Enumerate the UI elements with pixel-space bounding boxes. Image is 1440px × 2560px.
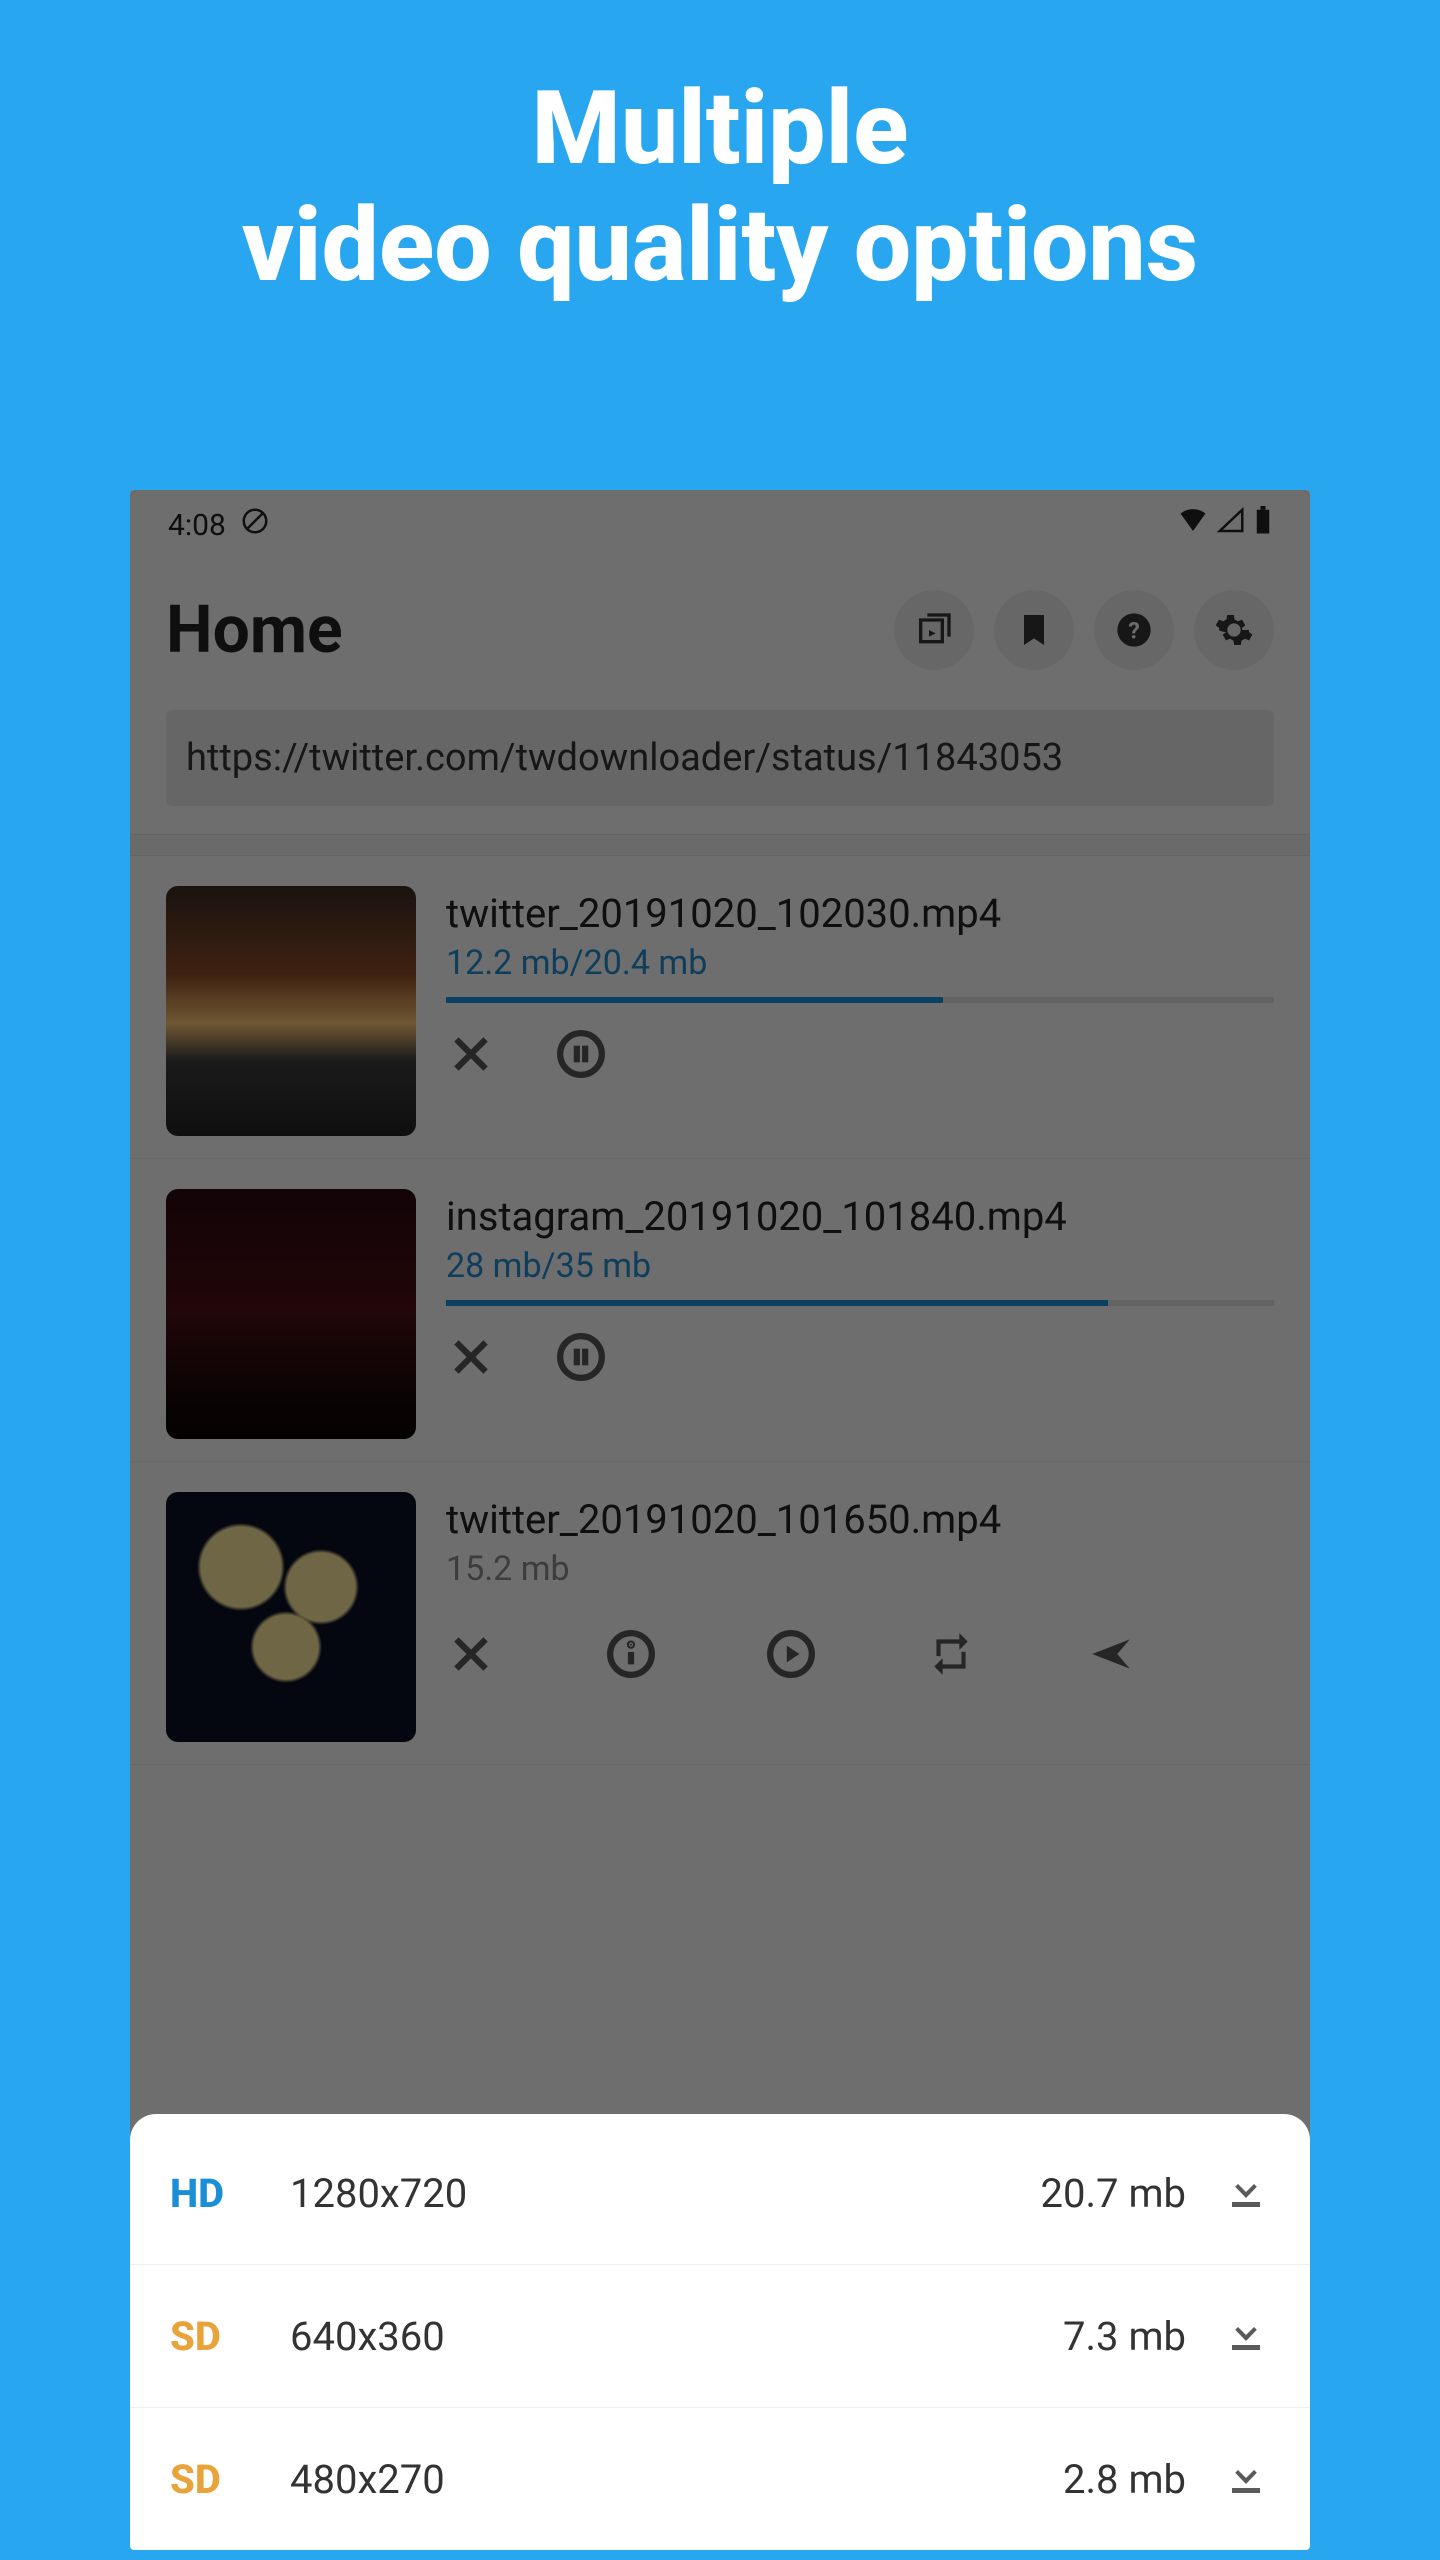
quality-size: 20.7 mb	[1041, 2170, 1186, 2217]
quality-badge-sd: SD	[170, 2313, 290, 2360]
quality-option[interactable]: HD 1280x720 20.7 mb	[130, 2122, 1310, 2265]
quality-option[interactable]: SD 480x270 2.8 mb	[130, 2408, 1310, 2550]
quality-resolution: 480x270	[290, 2456, 1063, 2503]
quality-sheet: HD 1280x720 20.7 mb SD 640x360 7.3 mb SD…	[130, 2114, 1310, 2550]
quality-badge-hd: HD	[170, 2170, 290, 2217]
hero-heading: Multiple video quality options	[0, 0, 1440, 305]
download-icon[interactable]	[1222, 2164, 1270, 2222]
quality-size: 2.8 mb	[1063, 2456, 1186, 2503]
quality-resolution: 640x360	[290, 2313, 1063, 2360]
hero-line1: Multiple	[0, 70, 1440, 187]
quality-option[interactable]: SD 640x360 7.3 mb	[130, 2265, 1310, 2408]
quality-resolution: 1280x720	[290, 2170, 1041, 2217]
quality-badge-sd: SD	[170, 2456, 290, 2503]
hero-line2: video quality options	[0, 187, 1440, 304]
phone-mock: 4:08 Home ? https://twitter.com/twdownlo…	[130, 490, 1310, 2550]
download-icon[interactable]	[1222, 2450, 1270, 2508]
download-icon[interactable]	[1222, 2307, 1270, 2365]
quality-size: 7.3 mb	[1063, 2313, 1186, 2360]
